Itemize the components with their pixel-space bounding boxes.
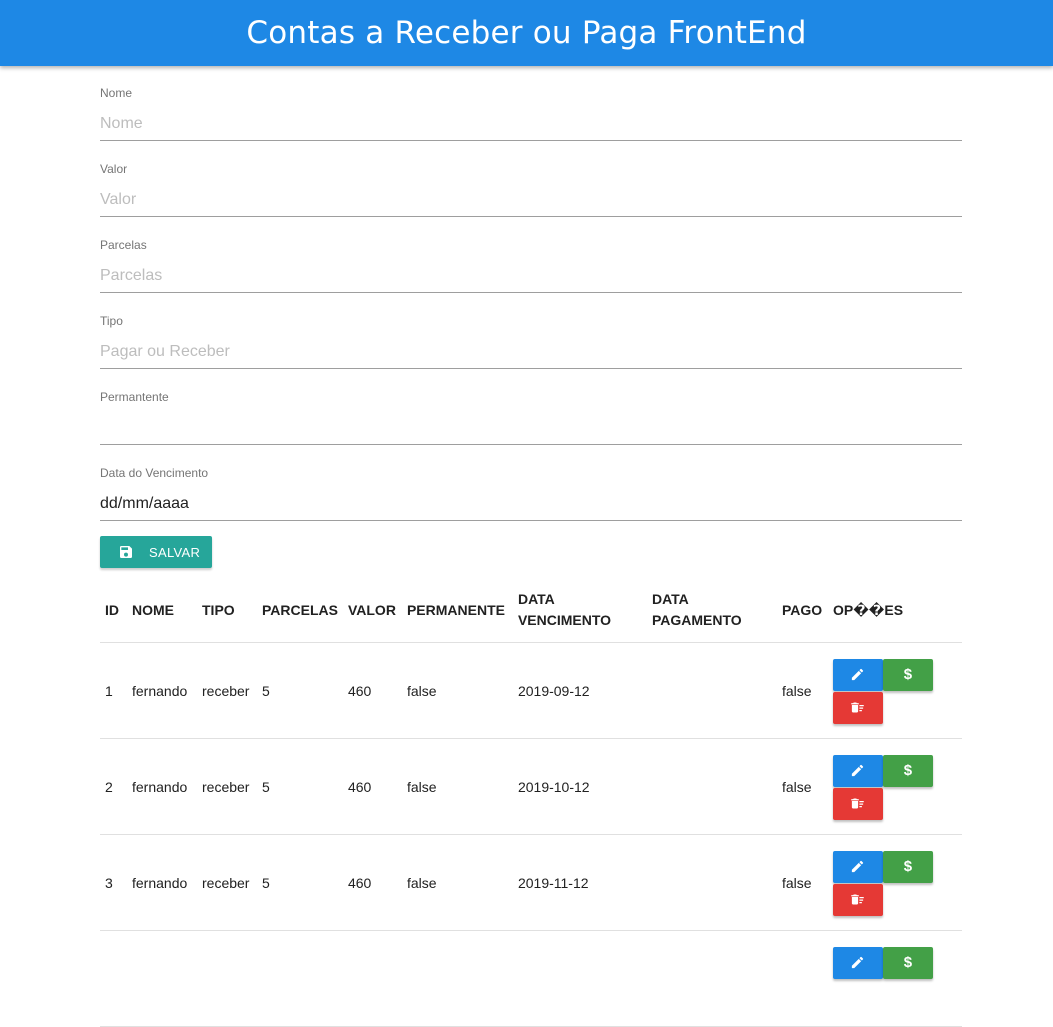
cell-nome: fernando bbox=[127, 834, 197, 931]
page-title: Contas a Receber ou Paga FrontEnd bbox=[246, 15, 807, 51]
cell-pago: false bbox=[776, 738, 828, 835]
delete-button[interactable] bbox=[832, 883, 883, 916]
cell-valor: 460 bbox=[342, 834, 402, 931]
cell-valor: 460 bbox=[342, 642, 402, 739]
data-vencimento-value: dd/mm/aaaa bbox=[100, 494, 189, 512]
cell-data-vencimento: 2019-09-12 bbox=[512, 642, 647, 739]
row-actions: $ bbox=[832, 850, 943, 916]
pay-button[interactable]: $ bbox=[882, 754, 933, 787]
col-header-tipo: TIPO bbox=[197, 578, 257, 643]
save-button[interactable]: SALVAR bbox=[100, 536, 212, 568]
cell-permanente: false bbox=[401, 642, 513, 739]
valor-input[interactable] bbox=[100, 183, 962, 217]
cell-opcoes: $ bbox=[827, 642, 962, 739]
row-actions: $ bbox=[832, 946, 943, 1011]
cell-data-pagamento bbox=[646, 738, 777, 835]
pay-button[interactable]: $ bbox=[882, 658, 933, 691]
edit-button[interactable] bbox=[832, 850, 883, 883]
cell-nome: fernando bbox=[127, 738, 197, 835]
cell-id: 1 bbox=[100, 642, 127, 739]
cell-opcoes: $ bbox=[827, 930, 962, 1027]
table-row: $ bbox=[100, 930, 962, 1027]
cell-pago: false bbox=[776, 834, 828, 931]
permanente-field-group: Permantente bbox=[100, 370, 962, 446]
accounts-table: ID NOME TIPO PARCELAS VALOR PERMANENTE D… bbox=[100, 578, 962, 1027]
cell-parcelas: 5 bbox=[257, 642, 343, 739]
col-header-data-pagamento: DATA PAGAMENTO bbox=[646, 578, 777, 643]
table-row: 3 fernando receber 5 460 false 2019-11-1… bbox=[100, 834, 962, 931]
cell-parcelas: 5 bbox=[257, 834, 343, 931]
data-vencimento-input[interactable]: dd/mm/aaaa bbox=[100, 487, 962, 521]
app-header: Contas a Receber ou Paga FrontEnd bbox=[0, 0, 1053, 66]
col-header-valor: VALOR bbox=[342, 578, 402, 643]
pencil-icon bbox=[852, 764, 864, 777]
data-vencimento-label: Data do Vencimento bbox=[100, 466, 209, 480]
parcelas-label: Parcelas bbox=[100, 238, 147, 252]
valor-label: Valor bbox=[100, 162, 128, 176]
table-header-row: ID NOME TIPO PARCELAS VALOR PERMANENTE D… bbox=[100, 578, 962, 643]
row-actions: $ bbox=[832, 658, 943, 724]
table-row: 2 fernando receber 5 460 false 2019-10-1… bbox=[100, 738, 962, 835]
cell-valor: 460 bbox=[342, 738, 402, 835]
tipo-input[interactable] bbox=[100, 335, 962, 369]
col-header-pago: PAGO bbox=[776, 578, 828, 643]
cell-data-vencimento: 2019-10-12 bbox=[512, 738, 647, 835]
nome-label: Nome bbox=[100, 86, 133, 100]
cell-nome: fernando bbox=[127, 642, 197, 739]
pay-button-label: $ bbox=[903, 762, 913, 779]
tipo-label: Tipo bbox=[100, 314, 123, 328]
edit-button[interactable] bbox=[832, 754, 883, 787]
cell-data-pagamento bbox=[646, 642, 777, 739]
cell-permanente: false bbox=[401, 738, 513, 835]
cell-data-vencimento: 2019-11-12 bbox=[512, 834, 647, 931]
cell-opcoes: $ bbox=[827, 738, 962, 835]
col-header-id: ID bbox=[100, 578, 127, 643]
cell-tipo: receber bbox=[197, 642, 257, 739]
col-header-opcoes: OP��ES bbox=[827, 578, 962, 643]
floppy-disk-icon bbox=[118, 544, 134, 560]
tipo-field-group: Tipo bbox=[100, 294, 962, 370]
col-header-nome: NOME bbox=[127, 578, 197, 643]
permanente-label: Permantente bbox=[100, 390, 169, 404]
cell-id: 3 bbox=[100, 834, 127, 931]
delete-button[interactable] bbox=[832, 787, 883, 820]
trash-icon bbox=[851, 798, 865, 809]
cell-id: 2 bbox=[100, 738, 127, 835]
save-button-label: SALVAR bbox=[149, 544, 201, 560]
col-header-data-vencimento: DATA VENCIMENTO bbox=[512, 578, 647, 643]
pay-button-label: $ bbox=[903, 858, 913, 875]
cell-data-pagamento bbox=[646, 834, 777, 931]
col-header-parcelas: PARCELAS bbox=[257, 578, 343, 643]
account-form: Nome Valor Parcelas Tipo Permantente Dat… bbox=[100, 66, 962, 522]
cell-pago: false bbox=[776, 642, 828, 739]
cell-tipo: receber bbox=[197, 738, 257, 835]
cell-tipo: receber bbox=[197, 834, 257, 931]
pencil-icon bbox=[852, 668, 864, 681]
trash-icon bbox=[851, 894, 865, 905]
cell-parcelas: 5 bbox=[257, 738, 343, 835]
parcelas-input[interactable] bbox=[100, 259, 962, 293]
pay-button-label: $ bbox=[903, 666, 913, 683]
row-actions: $ bbox=[832, 754, 943, 820]
delete-button[interactable] bbox=[832, 691, 883, 724]
pay-button-label: $ bbox=[903, 954, 913, 971]
pay-button[interactable]: $ bbox=[882, 946, 933, 979]
pencil-icon bbox=[852, 860, 864, 873]
pencil-icon bbox=[852, 956, 864, 969]
pay-button[interactable]: $ bbox=[882, 850, 933, 883]
valor-field-group: Valor bbox=[100, 142, 962, 218]
cell-opcoes: $ bbox=[827, 834, 962, 931]
col-header-permanente: PERMANENTE bbox=[401, 578, 513, 643]
parcelas-field-group: Parcelas bbox=[100, 218, 962, 294]
edit-button[interactable] bbox=[832, 946, 883, 979]
trash-icon bbox=[851, 702, 865, 713]
edit-button[interactable] bbox=[832, 658, 883, 691]
permanente-input[interactable] bbox=[100, 411, 962, 445]
nome-field-group: Nome bbox=[100, 66, 962, 142]
cell-permanente: false bbox=[401, 834, 513, 931]
nome-input[interactable] bbox=[100, 107, 962, 141]
table-row: 1 fernando receber 5 460 false 2019-09-1… bbox=[100, 642, 962, 739]
data-vencimento-field-group: Data do Vencimento dd/mm/aaaa bbox=[100, 446, 962, 522]
